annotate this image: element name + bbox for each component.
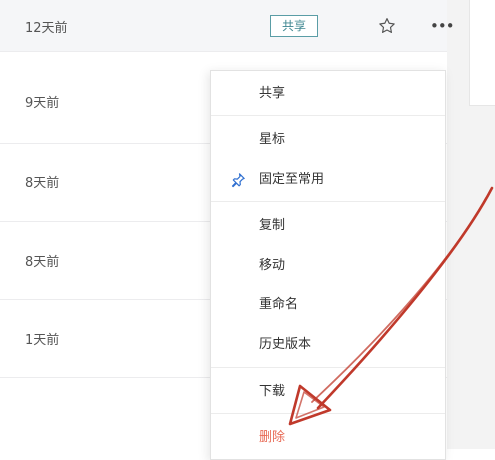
modified-time: 1天前 — [25, 333, 60, 348]
menu-item-label: 共享 — [259, 86, 286, 101]
file-row-1[interactable]: 12天前 共享 ••• — [0, 0, 455, 52]
menu-item-download[interactable]: 下载 — [211, 377, 445, 407]
menu-item-label: 历史版本 — [259, 337, 312, 352]
share-badge: 共享 — [270, 15, 318, 37]
menu-item-history[interactable]: 历史版本 — [211, 330, 445, 360]
modified-time: 8天前 — [25, 255, 60, 270]
menu-item-copy[interactable]: 复制 — [211, 211, 445, 241]
menu-divider — [211, 367, 445, 368]
context-menu: 共享 星标 固定至常用 复制 移动 重命名 历史版本 下载 删除 — [210, 70, 446, 460]
modified-time: 12天前 — [25, 21, 68, 36]
menu-item-share[interactable]: 共享 — [211, 79, 445, 109]
menu-item-label: 移动 — [259, 258, 286, 273]
menu-divider — [211, 201, 445, 202]
menu-item-star[interactable]: 星标 — [211, 125, 445, 155]
more-options-icon[interactable]: ••• — [430, 19, 455, 34]
menu-item-label: 复制 — [259, 218, 286, 233]
menu-item-label: 固定至常用 — [259, 172, 325, 187]
menu-item-label: 星标 — [259, 132, 286, 147]
menu-item-label: 重命名 — [259, 297, 299, 312]
menu-item-pin[interactable]: 固定至常用 — [211, 165, 445, 195]
menu-item-move[interactable]: 移动 — [211, 251, 445, 281]
modified-time: 9天前 — [25, 96, 60, 111]
modified-time: 8天前 — [25, 176, 60, 191]
star-icon[interactable] — [377, 16, 397, 36]
right-side-panel — [469, 0, 495, 106]
pin-icon — [231, 173, 245, 188]
menu-item-rename[interactable]: 重命名 — [211, 290, 445, 320]
menu-item-label: 下载 — [259, 384, 286, 399]
menu-divider — [211, 413, 445, 414]
menu-divider — [211, 115, 445, 116]
